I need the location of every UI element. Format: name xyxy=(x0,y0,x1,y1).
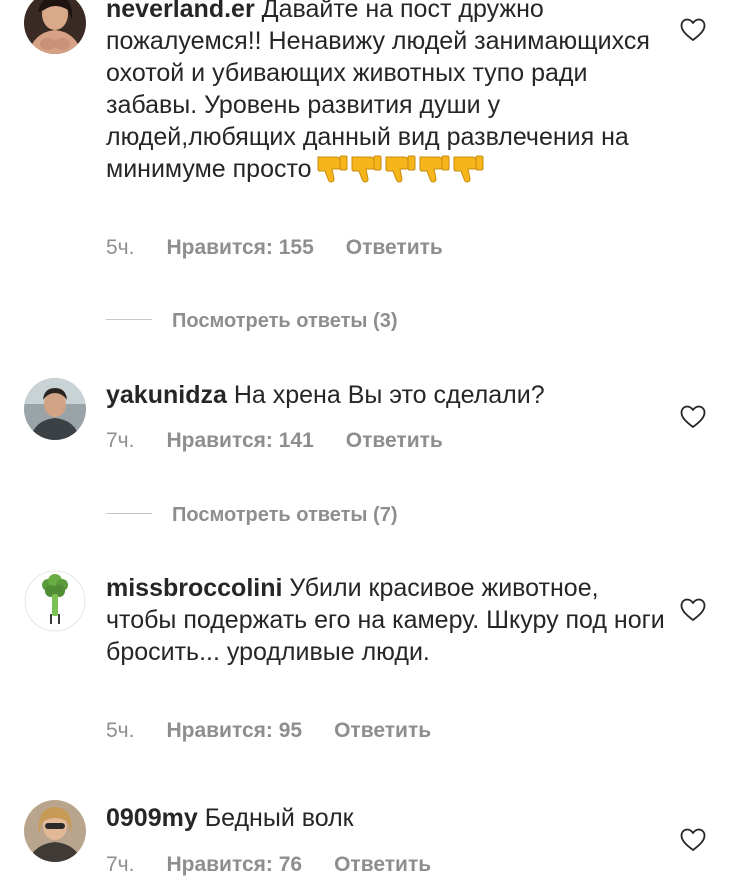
avatar[interactable] xyxy=(24,0,86,54)
comment-meta: 5ч. Нравится: 95 Ответить xyxy=(106,718,431,744)
comment-time: 5ч. xyxy=(106,236,135,259)
avatar-image xyxy=(24,378,86,440)
thumbs-down-icon xyxy=(351,155,382,183)
comment-username[interactable]: missbroccolini xyxy=(106,574,282,602)
view-replies-label: Посмотреть ответы (3) xyxy=(172,310,398,332)
comment-text: yakunidza На хрена Вы это сделали? xyxy=(106,379,666,411)
heart-outline-icon[interactable] xyxy=(680,18,706,42)
divider-line xyxy=(106,513,152,515)
reply-button[interactable]: Ответить xyxy=(346,236,443,259)
comment-time: 7ч. xyxy=(106,853,135,876)
reply-button[interactable]: Ответить xyxy=(334,853,431,876)
thumbs-down-icon xyxy=(419,155,450,183)
heart-outline-icon[interactable] xyxy=(680,828,706,852)
comment-likes[interactable]: Нравится: 76 xyxy=(166,853,302,876)
comment-meta: 5ч. Нравится: 155 Ответить xyxy=(106,235,443,261)
comment-username[interactable]: neverland.er xyxy=(106,0,255,23)
view-replies-button[interactable]: Посмотреть ответы (7) xyxy=(106,502,398,528)
heart-outline-icon[interactable] xyxy=(680,405,706,429)
thumbs-down-icon xyxy=(453,155,484,183)
comment-meta: 7ч. Нравится: 76 Ответить xyxy=(106,852,431,878)
view-replies-button[interactable]: Посмотреть ответы (3) xyxy=(106,308,398,334)
reply-button[interactable]: Ответить xyxy=(346,429,443,452)
comment-text: missbroccolini Убили красивое животное, … xyxy=(106,572,666,668)
comment-likes[interactable]: Нравится: 141 xyxy=(166,429,313,452)
view-replies-label: Посмотреть ответы (7) xyxy=(172,504,398,526)
comment-time: 5ч. xyxy=(106,719,135,742)
comment-likes[interactable]: Нравится: 95 xyxy=(166,719,302,742)
avatar-image xyxy=(24,0,86,54)
comment-text: neverland.er Давайте на пост дружно пожа… xyxy=(106,0,666,191)
comment-body: Бедный волк xyxy=(204,804,354,832)
comment-time: 7ч. xyxy=(106,429,135,452)
comment-username[interactable]: 0909my xyxy=(106,804,198,832)
thumbs-down-emoji-group xyxy=(316,153,486,191)
comment-text: 0909my Бедный волк xyxy=(106,802,666,834)
comment-body: На хрена Вы это сделали? xyxy=(233,381,545,409)
thumbs-down-icon xyxy=(385,155,416,183)
comment-username[interactable]: yakunidza xyxy=(106,381,227,409)
thumbs-down-icon xyxy=(317,155,348,183)
avatar[interactable] xyxy=(24,378,86,440)
avatar-image xyxy=(24,570,86,632)
avatar[interactable] xyxy=(24,570,86,632)
heart-outline-icon[interactable] xyxy=(680,598,706,622)
comment-meta: 7ч. Нравится: 141 Ответить xyxy=(106,428,443,454)
reply-button[interactable]: Ответить xyxy=(334,719,431,742)
comment-likes[interactable]: Нравится: 155 xyxy=(166,236,313,259)
avatar-image xyxy=(24,800,86,862)
divider-line xyxy=(106,319,152,321)
avatar[interactable] xyxy=(24,800,86,862)
